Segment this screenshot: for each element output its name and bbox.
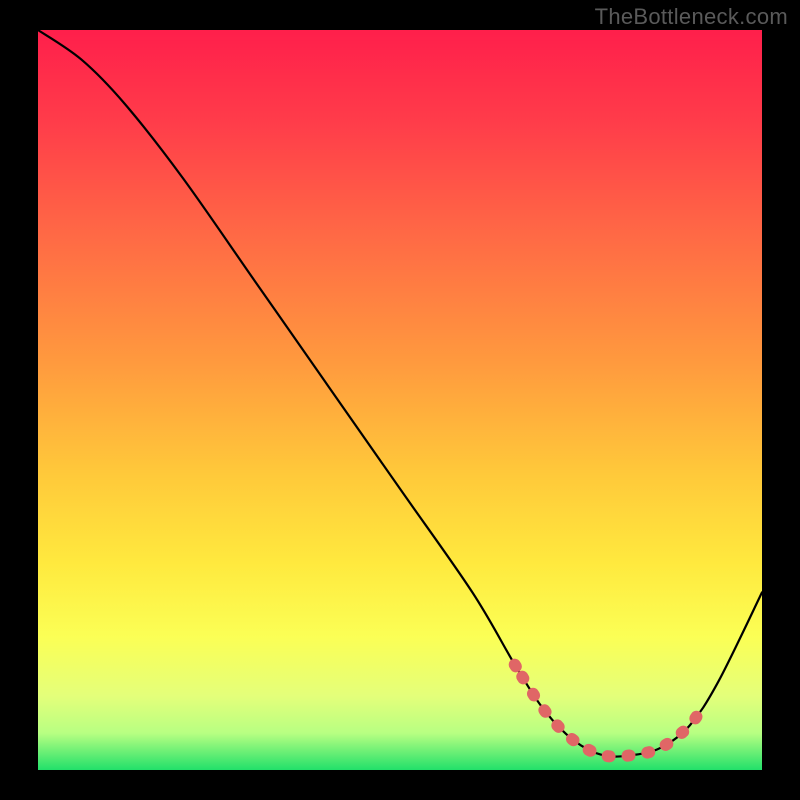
plot-gradient-background [38, 30, 762, 770]
bottleneck-chart [0, 0, 800, 800]
chart-container: TheBottleneck.com [0, 0, 800, 800]
watermark-label: TheBottleneck.com [595, 4, 788, 30]
